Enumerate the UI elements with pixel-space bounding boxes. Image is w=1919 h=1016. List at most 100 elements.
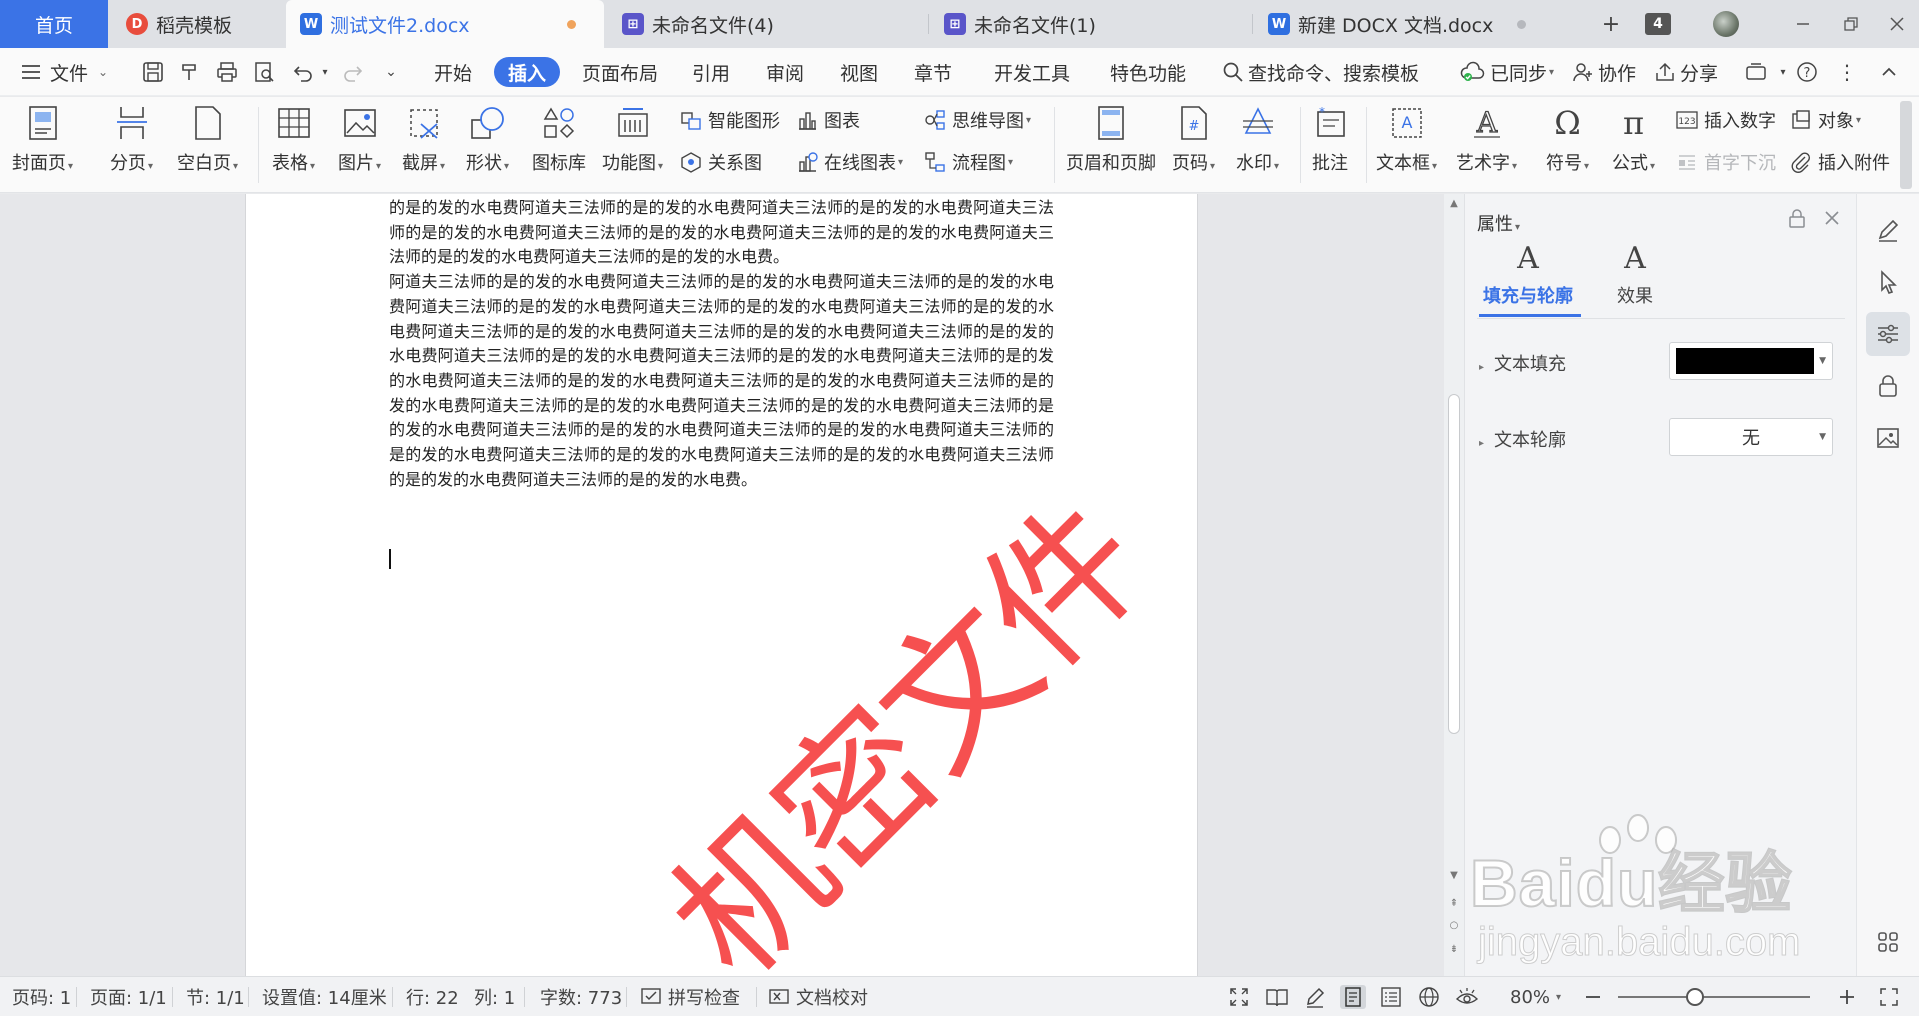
zoom-out-icon[interactable]: [1580, 985, 1606, 1009]
relation-chart-button[interactable]: 关系图: [680, 149, 762, 175]
format-painter-icon[interactable]: [177, 60, 203, 84]
collaborate-button[interactable]: 协作: [1572, 48, 1636, 96]
symbol-button[interactable]: Ω 符号 ▾: [1546, 104, 1589, 175]
shape-button[interactable]: 形状 ▾: [466, 105, 509, 175]
tab-fill-outline[interactable]: A 填充与轮廓: [1483, 242, 1573, 308]
text-fill-color-picker[interactable]: ▼: [1669, 342, 1833, 380]
picture-button[interactable]: 图片 ▾: [338, 105, 381, 175]
select-cursor-icon[interactable]: [1866, 260, 1910, 304]
status-page-number[interactable]: 页码: 1: [12, 977, 71, 1016]
print-icon[interactable]: [214, 60, 240, 84]
prev-page-icon[interactable]: ⇞: [1444, 894, 1464, 912]
header-footer-button[interactable]: 页眉和页脚: [1066, 105, 1156, 175]
scrollbar-thumb[interactable]: [1448, 394, 1460, 734]
page-number-button[interactable]: # 页码 ▾: [1172, 105, 1215, 175]
smart-shape-button[interactable]: 智能图形: [680, 107, 780, 133]
tab-special-features[interactable]: 特色功能: [1110, 48, 1186, 96]
file-menu-button[interactable]: 文件 ⌄: [20, 48, 108, 96]
help-icon[interactable]: ?: [1794, 60, 1820, 84]
text-outline-row-label[interactable]: ▸ 文本轮廓: [1479, 426, 1566, 452]
tab-start[interactable]: 开始: [434, 48, 472, 96]
close-window-button[interactable]: [1882, 0, 1912, 48]
zoom-slider-handle[interactable]: [1685, 988, 1704, 1006]
command-search[interactable]: 查找命令、搜索模板: [1222, 48, 1419, 96]
tab-view[interactable]: 视图: [840, 48, 878, 96]
chevron-down-icon[interactable]: ▾: [1770, 60, 1796, 84]
reading-mode-icon[interactable]: [1264, 985, 1290, 1009]
attachment-button[interactable]: 插入附件: [1790, 149, 1890, 175]
tab-developer[interactable]: 开发工具: [994, 48, 1070, 96]
comment-button[interactable]: * 批注: [1312, 105, 1348, 175]
lock-panel-icon[interactable]: [1787, 208, 1807, 233]
eye-protection-icon[interactable]: [1454, 985, 1480, 1009]
tab-home[interactable]: 首页: [0, 0, 108, 48]
tab-count-button[interactable]: 4: [1642, 0, 1674, 48]
new-tab-button[interactable]: +: [1594, 0, 1628, 48]
undo-dropdown-icon[interactable]: ▾: [312, 60, 338, 84]
fit-window-icon[interactable]: [1876, 985, 1902, 1009]
document-body[interactable]: 的是的发的水电费阿道夫三法师的是的发的水电费阿道夫三法师的是的发的水电费阿道夫三…: [389, 196, 1054, 492]
screenshot-button[interactable]: 截屏 ▾: [402, 105, 445, 175]
save-icon[interactable]: [140, 60, 166, 84]
ribbon-scroll-handle[interactable]: [1900, 101, 1912, 189]
tab-untitled-1[interactable]: ⊞ 未命名文件(1): [930, 0, 1250, 48]
status-section[interactable]: 节: 1/1: [186, 977, 245, 1016]
tab-review[interactable]: 审阅: [766, 48, 804, 96]
blank-page-button[interactable]: 空白页 ▾: [177, 105, 238, 175]
lock-icon[interactable]: [1866, 364, 1910, 408]
minimize-button[interactable]: [1788, 0, 1818, 48]
customize-toolbar-icon[interactable]: ⌄: [378, 60, 404, 84]
insert-number-button[interactable]: 123 插入数字: [1676, 107, 1776, 133]
textbox-button[interactable]: A 文本框 ▾: [1376, 105, 1437, 175]
tab-docer-templates[interactable]: D 稻壳模板: [112, 0, 282, 48]
sync-status-button[interactable]: 已同步 ▾: [1460, 48, 1554, 96]
collapse-ribbon-icon[interactable]: [1876, 60, 1902, 84]
tab-new-docx[interactable]: W 新建 DOCX 文档.docx: [1254, 0, 1554, 48]
restore-button[interactable]: [1836, 0, 1866, 48]
tab-untitled-4[interactable]: ⊞ 未命名文件(4): [608, 0, 926, 48]
status-pages[interactable]: 页面: 1/1: [90, 977, 167, 1016]
share-button[interactable]: 分享: [1654, 48, 1718, 96]
function-chart-button[interactable]: 功能图 ▾: [602, 105, 663, 175]
status-column[interactable]: 列: 1: [474, 977, 515, 1016]
status-setting-value[interactable]: 设置值: 14厘米: [262, 977, 387, 1016]
object-button[interactable]: 对象 ▾: [1790, 107, 1861, 133]
zoom-slider-track[interactable]: [1618, 996, 1810, 998]
tab-page-layout[interactable]: 页面布局: [582, 48, 658, 96]
print-preview-icon[interactable]: [251, 60, 277, 84]
status-word-count[interactable]: 字数: 773: [540, 977, 622, 1016]
scroll-up-arrow-icon[interactable]: ▲: [1444, 194, 1464, 212]
formula-button[interactable]: π 公式 ▾: [1612, 104, 1655, 175]
online-chart-button[interactable]: 在线图表 ▾: [796, 149, 903, 175]
zoom-level-dropdown[interactable]: 80% ▾: [1510, 977, 1561, 1016]
properties-title[interactable]: 属性 ▾: [1477, 210, 1520, 236]
flowchart-button[interactable]: 流程图 ▾: [924, 149, 1013, 175]
properties-sliders-icon[interactable]: [1866, 312, 1910, 356]
status-row[interactable]: 行: 22: [406, 977, 459, 1016]
scroll-down-arrow-icon[interactable]: ▼: [1444, 866, 1464, 884]
edit-mode-icon[interactable]: [1302, 985, 1328, 1009]
pen-icon[interactable]: [1866, 208, 1910, 252]
tab-test-file-2[interactable]: W 测试文件2.docx: [286, 0, 604, 48]
cover-page-button[interactable]: 封面页 ▾: [12, 105, 73, 175]
text-outline-select[interactable]: 无 ▼: [1669, 418, 1833, 456]
doc-proofread-button[interactable]: 文档校对: [768, 977, 868, 1016]
image-panel-icon[interactable]: [1866, 416, 1910, 460]
tab-insert[interactable]: 插入: [494, 57, 561, 87]
user-avatar-button[interactable]: [1710, 0, 1742, 48]
wordart-button[interactable]: A 艺术字 ▾: [1456, 105, 1517, 175]
paragraph[interactable]: 的是的发的水电费阿道夫三法师的是的发的水电费阿道夫三法师的是的发的水电费阿道夫三…: [389, 196, 1054, 270]
tab-chapter[interactable]: 章节: [914, 48, 952, 96]
watermark-button[interactable]: 水印 ▾: [1236, 105, 1279, 175]
table-button[interactable]: 表格 ▾: [272, 105, 315, 175]
tab-close-dot-icon[interactable]: [1517, 19, 1526, 29]
close-panel-icon[interactable]: [1823, 208, 1841, 233]
icon-library-button[interactable]: 图标库: [532, 105, 586, 175]
web-view-icon[interactable]: [1416, 985, 1442, 1009]
page-view-icon[interactable]: [1340, 985, 1366, 1009]
next-page-icon[interactable]: ⇟: [1444, 940, 1464, 958]
tab-effects[interactable]: A 效果: [1617, 242, 1653, 308]
more-options-icon[interactable]: ⋮: [1834, 60, 1860, 84]
redo-icon[interactable]: [340, 60, 366, 84]
vertical-scrollbar[interactable]: ▲ ▼ ⇞ ○ ⇟: [1444, 194, 1464, 976]
